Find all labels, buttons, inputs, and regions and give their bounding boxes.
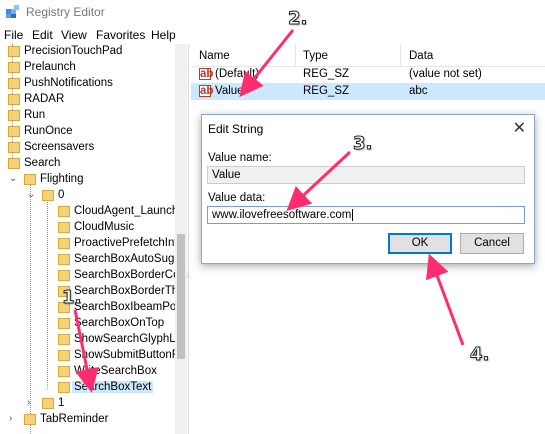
column-divider[interactable] bbox=[400, 44, 401, 66]
ok-button[interactable]: OK bbox=[388, 233, 452, 254]
chevron-right-icon[interactable]: › bbox=[27, 397, 30, 408]
tree-item-cloudagent[interactable]: CloudAgent_Launcha bbox=[0, 204, 185, 220]
string-value-icon: ab bbox=[199, 85, 214, 97]
folder-icon bbox=[58, 222, 70, 233]
folder-icon bbox=[42, 190, 54, 201]
folder-icon bbox=[8, 110, 20, 121]
menu-edit[interactable]: Edit bbox=[32, 28, 53, 42]
folder-icon bbox=[58, 382, 70, 393]
column-divider[interactable] bbox=[295, 44, 296, 66]
value-data-input[interactable]: www.ilovefreesoftware.com bbox=[207, 206, 525, 224]
annotation-label-1: 1. bbox=[61, 287, 82, 309]
folder-icon bbox=[42, 398, 54, 409]
list-row-value[interactable]: ab Value REG_SZ abc bbox=[191, 83, 545, 100]
folder-icon bbox=[58, 366, 70, 377]
value-data-label: Value data: bbox=[208, 192, 266, 204]
registry-editor-icon bbox=[6, 5, 19, 18]
annotation-label-3: 3. bbox=[352, 133, 373, 155]
folder-icon bbox=[58, 254, 70, 265]
folder-icon bbox=[8, 158, 20, 169]
folder-icon bbox=[8, 126, 20, 137]
list-row-default[interactable]: ab (Default) REG_SZ (value not set) bbox=[191, 66, 545, 83]
tree-item-screensavers[interactable]: Screensavers bbox=[0, 140, 175, 156]
tree-item-proactiveprefetch[interactable]: ProactivePrefetchInte bbox=[0, 236, 184, 252]
folder-icon bbox=[58, 206, 70, 217]
tree-scrollbar[interactable] bbox=[175, 44, 187, 434]
tree-item-searchboxautosuggest[interactable]: SearchBoxAutoSugge bbox=[0, 252, 187, 268]
chevron-down-icon[interactable]: ⌄ bbox=[9, 173, 17, 184]
tree-item-searchboxontop[interactable]: SearchBoxOnTop bbox=[0, 316, 175, 332]
string-value-icon: ab bbox=[199, 68, 214, 80]
chevron-right-icon[interactable]: › bbox=[9, 413, 12, 424]
tree-item-precisiontouchpad[interactable]: PrecisionTouchPad bbox=[0, 44, 175, 60]
registry-tree[interactable]: PrecisionTouchPad Prelaunch PushNotifica… bbox=[0, 44, 189, 434]
tree-item-radar[interactable]: RADAR bbox=[0, 92, 175, 108]
tree-item-writesearchbox[interactable]: WriteSearchBox bbox=[0, 364, 175, 380]
value-name-label: Value name: bbox=[208, 152, 272, 164]
list-header: Name Type Data bbox=[191, 44, 545, 67]
column-header-type[interactable]: Type bbox=[303, 50, 328, 62]
menu-view[interactable]: View bbox=[61, 28, 87, 42]
cancel-button[interactable]: Cancel bbox=[460, 233, 524, 254]
menu-bar: File Edit View Favorites Help bbox=[0, 25, 545, 45]
column-header-data[interactable]: Data bbox=[409, 50, 433, 62]
menu-favorites[interactable]: Favorites bbox=[96, 28, 145, 42]
tree-item-prelaunch[interactable]: Prelaunch bbox=[0, 60, 175, 76]
folder-icon bbox=[58, 334, 70, 345]
column-header-name[interactable]: Name bbox=[199, 50, 230, 62]
tree-item-searchboxborderthickness[interactable]: SearchBoxBorderThic bbox=[0, 284, 187, 300]
folder-icon bbox=[58, 350, 70, 361]
folder-icon bbox=[24, 414, 36, 425]
folder-icon bbox=[58, 270, 70, 281]
window-title: Registry Editor bbox=[26, 5, 105, 19]
scrollbar-thumb[interactable] bbox=[177, 234, 185, 359]
folder-icon bbox=[8, 62, 20, 73]
menu-file[interactable]: File bbox=[4, 28, 23, 42]
folder-icon bbox=[8, 46, 20, 57]
text-caret bbox=[352, 209, 354, 221]
menu-help[interactable]: Help bbox=[151, 28, 176, 42]
dialog-title: Edit String bbox=[208, 122, 264, 136]
folder-icon bbox=[8, 78, 20, 89]
tree-item-runonce[interactable]: RunOnce bbox=[0, 124, 175, 140]
tree-item-0[interactable]: ⌄ 0 bbox=[0, 188, 175, 204]
chevron-down-icon[interactable]: ⌄ bbox=[27, 189, 35, 200]
folder-icon bbox=[8, 142, 20, 153]
tree-item-search[interactable]: Search bbox=[0, 156, 175, 172]
tree-item-pushnotifications[interactable]: PushNotifications bbox=[0, 76, 175, 92]
folder-icon bbox=[58, 318, 70, 329]
annotation-label-4: 4. bbox=[469, 344, 490, 366]
tree-item-1[interactable]: › 1 bbox=[0, 396, 175, 412]
tree-item-tabreminder[interactable]: › TabReminder bbox=[0, 412, 175, 428]
title-bar: Registry Editor bbox=[0, 0, 545, 24]
tree-item-searchboxtext[interactable]: SearchBoxText bbox=[0, 380, 175, 396]
tree-item-showsubmitbutton[interactable]: ShowSubmitButtonR bbox=[0, 348, 180, 364]
tree-item-searchboxbordercolor[interactable]: SearchBoxBorderColc bbox=[0, 268, 188, 284]
annotation-label-2: 2. bbox=[287, 8, 308, 30]
folder-icon bbox=[8, 94, 20, 105]
tree-item-flighting[interactable]: ⌄ Flighting bbox=[0, 172, 175, 188]
close-icon[interactable]: ✕ bbox=[513, 118, 526, 138]
tree-item-run[interactable]: Run bbox=[0, 108, 175, 124]
tree-item-showsearchglyphleft[interactable]: ShowSearchGlyphLef bbox=[0, 332, 185, 348]
tree-item-searchboxibeampointer[interactable]: SearchBoxIbeamPoin bbox=[0, 300, 185, 316]
value-name-field: Value bbox=[207, 166, 525, 184]
tree-item-cloudmusic[interactable]: CloudMusic bbox=[0, 220, 175, 236]
folder-icon bbox=[58, 238, 70, 249]
folder-icon bbox=[24, 174, 36, 185]
